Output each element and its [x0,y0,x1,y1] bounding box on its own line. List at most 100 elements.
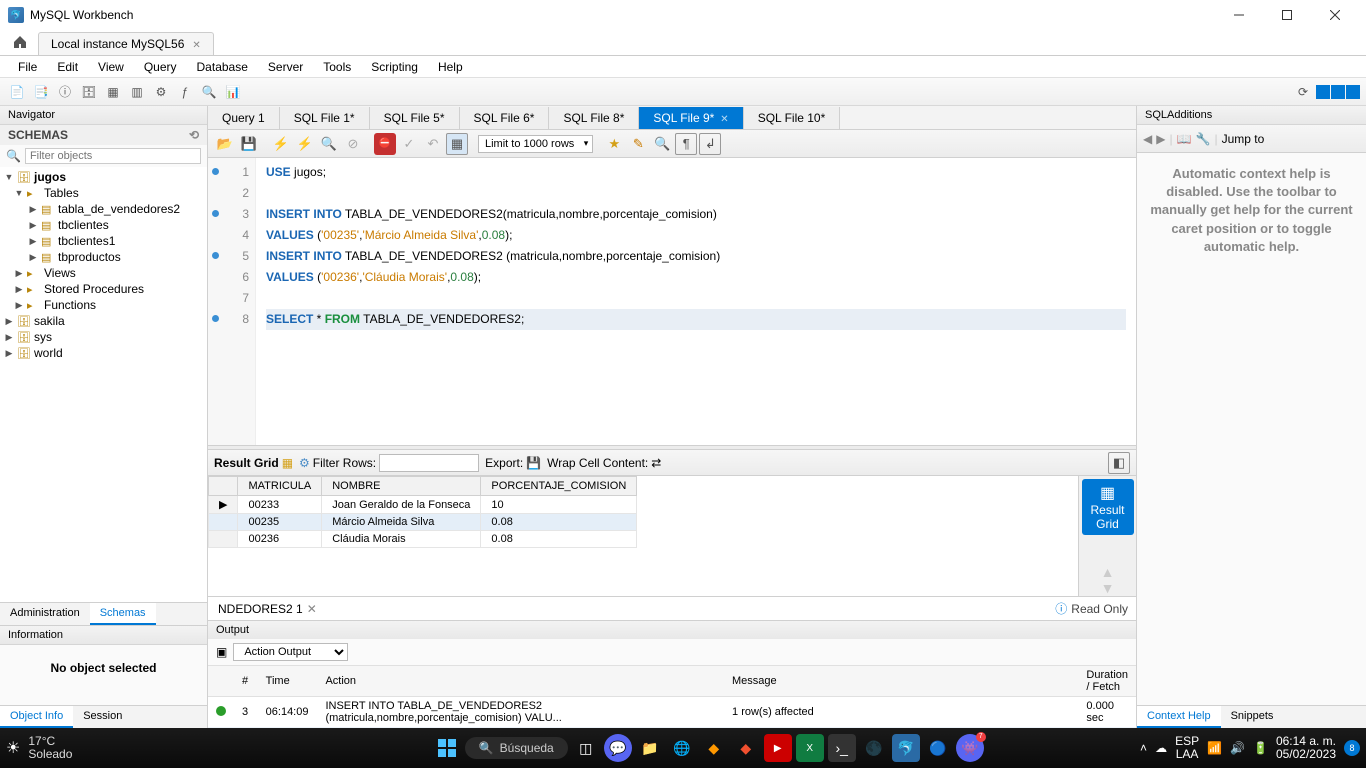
result-grid-button[interactable]: ▦Result Grid [1082,479,1134,535]
tree-item[interactable]: ▶▸Functions [0,297,207,313]
editor-tab[interactable]: SQL File 9*✕ [639,107,743,129]
tree-item[interactable]: ▼▸Tables [0,185,207,201]
panel-toggles[interactable] [1316,85,1360,99]
tree-item[interactable]: ▶▸Views [0,265,207,281]
menu-file[interactable]: File [8,58,47,76]
find-icon[interactable]: 🔍 [651,133,673,155]
workbench-icon[interactable]: 🐬 [892,734,920,762]
volume-icon[interactable]: 🔊 [1230,741,1245,755]
new-query-icon[interactable]: 📑 [30,81,52,103]
minimize-button[interactable] [1216,0,1262,30]
tree-item[interactable]: ▶🗄sakila [0,313,207,329]
code-editor[interactable]: 12345678 USE jugos; INSERT INTO TABLA_DE… [208,158,1136,445]
wrap-icon[interactable]: ⇄ [651,456,661,470]
back-icon[interactable]: ◀ [1143,132,1152,146]
tree-item[interactable]: ▶▸Stored Procedures [0,281,207,297]
star-icon[interactable]: ★ [603,133,625,155]
invisible-icon[interactable]: ¶ [675,133,697,155]
git-icon[interactable]: ◆ [732,734,760,762]
help-icon[interactable]: 📖 [1177,132,1192,146]
export-icon[interactable]: 💾 [526,456,541,470]
tree-item[interactable]: ▶▤tbclientes1 [0,233,207,249]
filter-rows-input[interactable] [379,454,479,472]
open-icon[interactable]: 📂 [214,133,236,155]
limit-select[interactable]: Limit to 1000 rows [478,135,593,153]
edge-icon[interactable]: 🌐 [668,734,696,762]
new-sql-icon[interactable]: 📄 [6,81,28,103]
output-table[interactable]: #TimeActionMessageDuration / Fetch306:14… [208,666,1136,728]
rollback-icon[interactable]: ↶ [422,133,444,155]
autocommit-icon[interactable]: ▦ [446,133,468,155]
menu-view[interactable]: View [88,58,134,76]
notifications-icon[interactable]: 8 [1344,740,1360,756]
explain-icon[interactable]: 🔍 [318,133,340,155]
excel-icon[interactable]: X [796,734,824,762]
editor-tab[interactable]: SQL File 10* [744,107,841,129]
explorer-icon[interactable]: 📁 [636,734,664,762]
grid-icon[interactable]: ▦ [282,456,293,470]
result-grid[interactable]: MATRICULANOMBREPORCENTAJE_COMISION▶00233… [208,476,1078,596]
chrome-icon[interactable]: 🔵 [924,734,952,762]
eclipse-icon[interactable]: 🌑 [860,734,888,762]
panel-icon[interactable]: ◧ [1108,452,1130,474]
new-procedure-icon[interactable]: ⚙ [150,81,172,103]
search-box[interactable]: 🔍Búsqueda [465,737,568,759]
tree-item[interactable]: ▼🗄jugos [0,169,207,185]
tab-schemas[interactable]: Schemas [90,603,156,625]
execute-current-icon[interactable]: ⚡ [294,133,316,155]
tab-session[interactable]: Session [73,706,132,728]
cloud-icon[interactable]: ☁ [1155,741,1167,755]
tab-context-help[interactable]: Context Help [1137,706,1221,728]
tree-item[interactable]: ▶▤tbproductos [0,249,207,265]
execute-icon[interactable]: ⚡ [270,133,292,155]
new-view-icon[interactable]: ▥ [126,81,148,103]
discord-icon[interactable]: 👾7 [956,734,984,762]
search-icon[interactable]: 🔍 [198,81,220,103]
weather-icon[interactable]: ☀ [6,738,20,758]
editor-tab[interactable]: Query 1 [208,107,280,129]
forward-icon[interactable]: ▶ [1156,132,1165,146]
weather-widget[interactable]: 17°CSoleado [24,735,72,761]
home-icon[interactable] [10,32,30,52]
new-table-icon[interactable]: ▦ [102,81,124,103]
wrap-icon[interactable]: ↲ [699,133,721,155]
editor-tab[interactable]: SQL File 1* [280,107,370,129]
menu-help[interactable]: Help [428,58,473,76]
schema-tree[interactable]: ▼🗄jugos▼▸Tables▶▤tabla_de_vendedores2▶▤t… [0,167,207,602]
tab-object-info[interactable]: Object Info [0,706,73,728]
up-icon[interactable]: ▲ [1101,564,1115,580]
wifi-icon[interactable]: 📶 [1207,741,1222,755]
menu-tools[interactable]: Tools [313,58,361,76]
menu-query[interactable]: Query [134,58,187,76]
terminal-icon[interactable]: ›_ [828,734,856,762]
close-button[interactable] [1312,0,1358,30]
down-icon[interactable]: ▼ [1101,580,1115,596]
beautify-icon[interactable]: ✎ [627,133,649,155]
auto-help-icon[interactable]: 🔧 [1196,132,1211,146]
dashboard-icon[interactable]: 📊 [222,81,244,103]
new-function-icon[interactable]: ƒ [174,81,196,103]
refresh-icon[interactable]: ⟲ [189,128,199,142]
commit-icon[interactable]: ✓ [398,133,420,155]
app-icon[interactable]: 💬 [604,734,632,762]
menu-scripting[interactable]: Scripting [361,58,428,76]
start-button[interactable] [433,734,461,762]
battery-icon[interactable]: 🔋 [1253,741,1268,755]
noop-icon[interactable]: ⛔ [374,133,396,155]
chevron-up-icon[interactable]: ˄ [1140,741,1147,755]
result-tab[interactable]: NDEDORES2 1✕ [208,599,327,619]
reconnect-icon[interactable]: ⟳ [1292,81,1314,103]
output-select[interactable]: Action Output [233,643,348,661]
editor-tab[interactable]: SQL File 6* [460,107,550,129]
sublime-icon[interactable]: ◆ [700,734,728,762]
stop-icon[interactable]: ⊘ [342,133,364,155]
maximize-button[interactable] [1264,0,1310,30]
tree-item[interactable]: ▶▤tbclientes [0,217,207,233]
menu-edit[interactable]: Edit [47,58,88,76]
filter-icon[interactable]: ⚙ [299,456,310,470]
app-icon[interactable]: ▶ [764,734,792,762]
tree-item[interactable]: ▶🗄sys [0,329,207,345]
save-icon[interactable]: 💾 [238,133,260,155]
menu-server[interactable]: Server [258,58,313,76]
filter-input[interactable] [25,148,201,164]
